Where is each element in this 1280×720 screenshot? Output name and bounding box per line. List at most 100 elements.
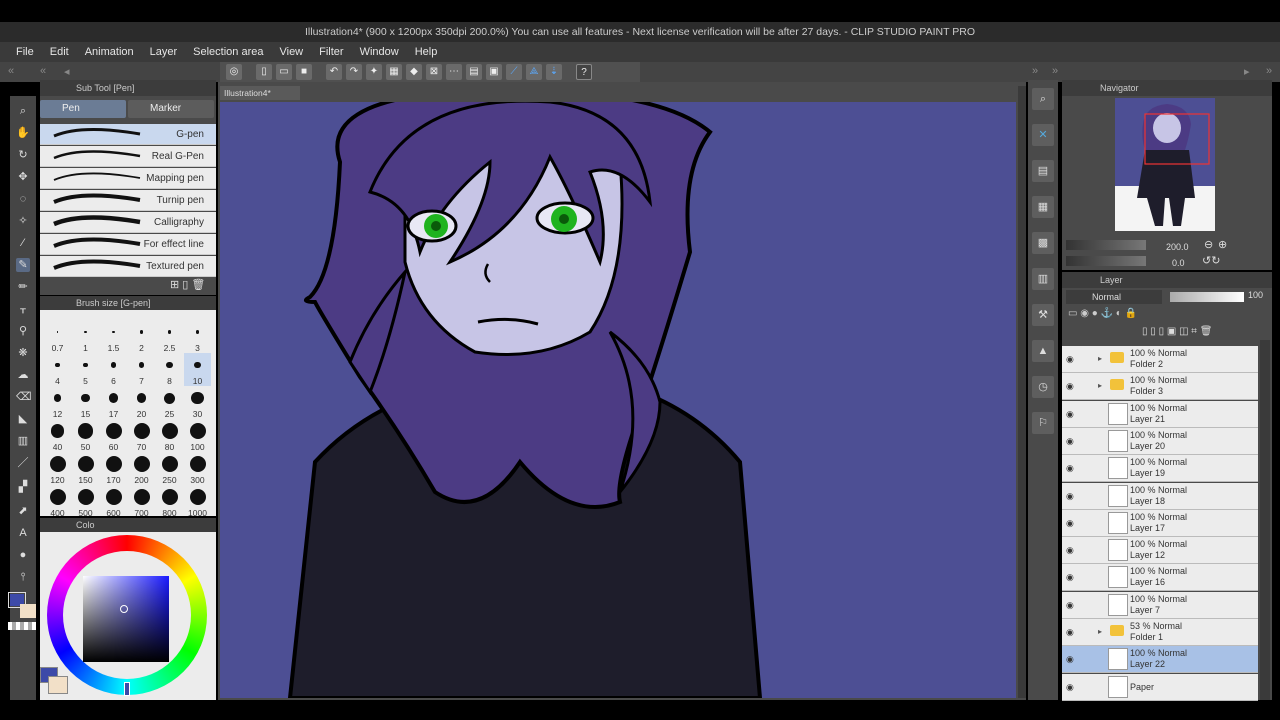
collapse-left-icon[interactable]: «	[8, 65, 14, 77]
search-icon[interactable]: ⌕	[1032, 88, 1054, 110]
brush-turnip-pen[interactable]: Turnip pen	[40, 190, 216, 211]
move-icon[interactable]: ✥	[16, 170, 30, 184]
zoom-in-icon[interactable]: ⊕	[1218, 238, 1227, 251]
hand-icon[interactable]: ✋	[16, 126, 30, 140]
brush-size-option[interactable]: 120	[44, 452, 71, 485]
brush-size-option[interactable]: 30	[184, 386, 211, 419]
zoom-icon[interactable]: ⌕	[16, 104, 30, 118]
brush-size-option[interactable]: 400	[44, 485, 71, 518]
expand-arrow-icon[interactable]: ▸	[1098, 354, 1102, 363]
image-icon[interactable]: ▲	[1032, 340, 1054, 362]
brush-size-option[interactable]: 150	[72, 452, 99, 485]
layer-row[interactable]: ◉ 100 % Normal Layer 17	[1062, 509, 1258, 537]
new-file-icon[interactable]: ▯	[256, 64, 272, 80]
menu-animation[interactable]: Animation	[85, 46, 134, 58]
snap-special-ruler-icon[interactable]: ⟁	[526, 64, 542, 80]
hue-marker[interactable]	[124, 682, 130, 696]
collapse-left-icon[interactable]: «	[40, 65, 46, 77]
brush-size-option[interactable]: 12	[44, 386, 71, 419]
text-icon[interactable]: A	[16, 526, 30, 540]
tab-marker[interactable]: Marker	[128, 100, 214, 118]
brush-size-option[interactable]: 40	[44, 419, 71, 452]
visibility-eye-icon[interactable]: ◉	[1066, 600, 1076, 610]
blend-mode-select[interactable]: Normal	[1066, 290, 1162, 304]
arrow-left-icon[interactable]: ◂	[64, 65, 70, 78]
saturation-value-square[interactable]	[83, 576, 169, 662]
layer-property-icon[interactable]: ▥	[1032, 268, 1054, 290]
brush-size-option[interactable]: 6	[100, 353, 127, 386]
snap-ruler-icon[interactable]: ⟋	[506, 64, 522, 80]
visibility-eye-icon[interactable]: ◉	[1066, 409, 1076, 419]
eyedropper-icon[interactable]: ⁄	[16, 236, 30, 250]
brush-size-option[interactable]: 5	[72, 353, 99, 386]
menu-help[interactable]: Help	[415, 46, 438, 58]
brush-size-option[interactable]: 60	[100, 419, 127, 452]
blend-icon[interactable]: ☁	[16, 368, 30, 382]
brush-size-option[interactable]: 80	[156, 419, 183, 452]
layer-actions-icon[interactable]: ▯ ▯ ▯ ▣ ◫ ⌗ 🗑	[1142, 326, 1212, 337]
brush-mapping-pen[interactable]: Mapping pen	[40, 168, 216, 189]
material-icon[interactable]: ▤	[1032, 160, 1054, 182]
brush-size-option[interactable]: 10	[184, 353, 211, 386]
action-icon[interactable]: ⚐	[1032, 412, 1054, 434]
brush-size-option[interactable]: 3	[184, 320, 211, 353]
visibility-eye-icon[interactable]: ◉	[1066, 436, 1076, 446]
brush-g-pen[interactable]: G-pen	[40, 124, 216, 145]
correction-icon[interactable]: ⫯	[16, 570, 30, 584]
pattern-icon[interactable]: ▩	[1032, 232, 1054, 254]
brush-size-option[interactable]: 170	[100, 452, 127, 485]
history-icon[interactable]: ◷	[1032, 376, 1054, 398]
layer-row[interactable]: ◉ 100 % Normal Layer 18	[1062, 482, 1258, 510]
brush-real-g-pen[interactable]: Real G-Pen	[40, 146, 216, 167]
fill-icon[interactable]: ◣	[16, 412, 30, 426]
subtool-menu-icon[interactable]: ⊞ ▯ 🗑	[170, 278, 205, 291]
color-picker-cursor[interactable]	[120, 605, 128, 613]
tone-icon[interactable]: ▦	[1032, 196, 1054, 218]
brush-size-option[interactable]: 300	[184, 452, 211, 485]
brush-size-option[interactable]: 500	[72, 485, 99, 518]
brush-size-option[interactable]: 100	[184, 419, 211, 452]
navigator-rotation[interactable]: 0.0	[1172, 258, 1185, 268]
brush-size-option[interactable]: 600	[100, 485, 127, 518]
brush-calligraphy[interactable]: Calligraphy	[40, 212, 216, 233]
menu-selection-area[interactable]: Selection area	[193, 46, 263, 58]
fill-icon[interactable]: ▦	[386, 64, 402, 80]
brush-size-option[interactable]: 50	[72, 419, 99, 452]
eraser-icon[interactable]: ⌫	[16, 390, 32, 404]
airbrush-icon[interactable]: ⚲	[16, 324, 30, 338]
brush-size-option[interactable]: 7	[128, 353, 155, 386]
navigator-zoom[interactable]: 200.0	[1166, 242, 1189, 252]
visibility-eye-icon[interactable]: ◉	[1066, 545, 1076, 555]
brush-size-option[interactable]: 15	[72, 386, 99, 419]
open-file-icon[interactable]: ▭	[276, 64, 292, 80]
clear-icon[interactable]: ✦	[366, 64, 382, 80]
visibility-eye-icon[interactable]: ◉	[1066, 654, 1076, 664]
layer-row[interactable]: ◉ 100 % Normal Layer 16	[1062, 564, 1258, 592]
rotate-icon[interactable]: ↻	[16, 148, 30, 162]
layer-row[interactable]: ◉ 100 % Normal Layer 20	[1062, 427, 1258, 455]
sub-color-chip[interactable]	[48, 676, 68, 694]
brush-size-option[interactable]: 17	[100, 386, 127, 419]
brush-size-option[interactable]: 8	[156, 353, 183, 386]
drawing-canvas[interactable]	[220, 102, 1016, 698]
layer-row[interactable]: ◉ 100 % Normal Layer 19	[1062, 455, 1258, 483]
brush-size-option[interactable]: 200	[128, 452, 155, 485]
undo-icon[interactable]: ↶	[326, 64, 342, 80]
transparent-color-swatch[interactable]	[8, 622, 36, 630]
visibility-eye-icon[interactable]: ◉	[1066, 463, 1076, 473]
menu-edit[interactable]: Edit	[50, 46, 69, 58]
brush-size-option[interactable]: 1.5	[100, 320, 127, 353]
redo-icon[interactable]: ↷	[346, 64, 362, 80]
opacity-slider[interactable]	[1170, 292, 1244, 302]
brush-size-option[interactable]: 800	[156, 485, 183, 518]
collapse-right-icon[interactable]: »	[1052, 65, 1058, 77]
brush-size-option[interactable]: 700	[128, 485, 155, 518]
menu-layer[interactable]: Layer	[150, 46, 178, 58]
layer-row[interactable]: ◉ 100 % Normal Layer 21	[1062, 400, 1258, 428]
crop-icon[interactable]: ▤	[466, 64, 482, 80]
navigator-thumbnail[interactable]	[1115, 98, 1215, 231]
snap-grid-icon[interactable]: ⇣	[546, 64, 562, 80]
layer-tools-icon[interactable]: ▭ ◉ ● ⚓ ◐ 🔒	[1068, 308, 1137, 319]
tool-property-icon[interactable]: ⚒	[1032, 304, 1054, 326]
pen-icon[interactable]: ✎	[16, 258, 30, 272]
